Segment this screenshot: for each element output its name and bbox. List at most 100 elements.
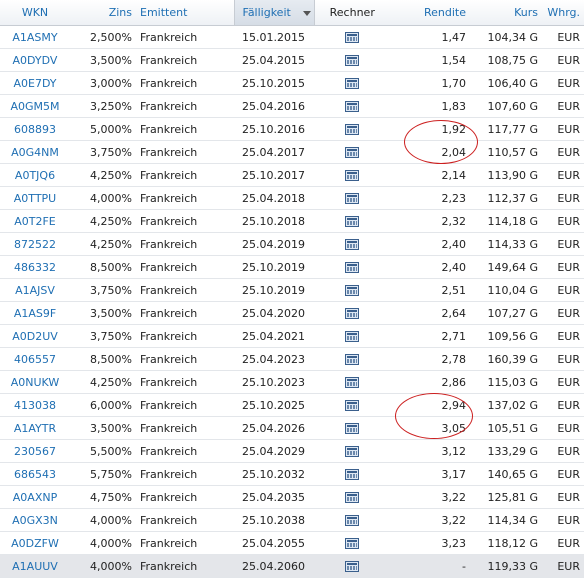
calculator-icon[interactable] <box>345 124 359 135</box>
calculator-icon[interactable] <box>345 262 359 273</box>
calculator-icon[interactable] <box>345 423 359 434</box>
cell-rechner[interactable] <box>314 255 390 279</box>
cell-rechner[interactable] <box>314 370 390 394</box>
table-row[interactable]: A0DYDV 3,500% Frankreich 25.04.2015 1,54 108,… <box>0 48 584 72</box>
table-row[interactable]: A0G4NM 3,750% Frankreich 25.04.2017 2,04 110,… <box>0 140 584 164</box>
cell-rechner[interactable] <box>314 163 390 187</box>
cell-wkn[interactable]: 230567 <box>0 439 70 463</box>
table-row[interactable]: A0D2UV 3,750% Frankreich 25.04.2021 2,71 109,… <box>0 324 584 348</box>
cell-wkn[interactable]: A0TJQ6 <box>0 163 70 187</box>
header-rendite[interactable]: Rendite <box>390 0 470 26</box>
calculator-icon[interactable] <box>345 78 359 89</box>
table-row[interactable]: A0NUKW 4,250% Frankreich 25.10.2023 2,86 115,… <box>0 370 584 394</box>
header-zins[interactable]: Zins <box>70 0 136 26</box>
calculator-icon[interactable] <box>345 561 359 572</box>
cell-wkn[interactable]: A0GM5M <box>0 94 70 118</box>
table-row[interactable]: A1AUUV 4,000% Frankreich 25.04.2060 -119,33 … <box>0 554 584 578</box>
table-row[interactable]: 686543 5,750% Frankreich 25.10.2032 3,17 140,… <box>0 462 584 486</box>
table-row[interactable]: 413038 6,000% Frankreich 25.10.2025 2,94 137,… <box>0 393 584 417</box>
cell-wkn[interactable]: A0DZFW <box>0 531 70 555</box>
cell-rechner[interactable] <box>314 25 390 49</box>
cell-rechner[interactable] <box>314 301 390 325</box>
calculator-icon[interactable] <box>345 377 359 388</box>
table-row[interactable]: 486332 8,500% Frankreich 25.10.2019 2,40 149,… <box>0 255 584 279</box>
calculator-icon[interactable] <box>345 32 359 43</box>
sort-descending-icon[interactable] <box>302 10 311 16</box>
calculator-icon[interactable] <box>345 170 359 181</box>
table-row[interactable]: A1AS9F 3,500% Frankreich 25.04.2020 2,64 107,… <box>0 301 584 325</box>
cell-rechner[interactable] <box>314 48 390 72</box>
calculator-icon[interactable] <box>345 492 359 503</box>
header-faelligkeit[interactable]: Fälligkeit <box>233 0 315 26</box>
calculator-icon[interactable] <box>345 55 359 66</box>
header-wkn[interactable]: WKN <box>0 0 70 26</box>
cell-wkn[interactable]: A1ASMY <box>0 25 70 49</box>
calculator-icon[interactable] <box>345 308 359 319</box>
calculator-icon[interactable] <box>345 515 359 526</box>
calculator-icon[interactable] <box>345 216 359 227</box>
cell-wkn[interactable]: 608893 <box>0 117 70 141</box>
calculator-icon[interactable] <box>345 285 359 296</box>
cell-wkn[interactable]: 872522 <box>0 232 70 256</box>
cell-wkn[interactable]: A0G4NM <box>0 140 70 164</box>
cell-rechner[interactable] <box>314 324 390 348</box>
cell-rechner[interactable] <box>314 508 390 532</box>
cell-wkn[interactable]: A0D2UV <box>0 324 70 348</box>
cell-rechner[interactable] <box>314 117 390 141</box>
table-row[interactable]: 230567 5,500% Frankreich 25.04.2029 3,12 133,… <box>0 439 584 463</box>
cell-wkn[interactable]: A1AYTR <box>0 416 70 440</box>
header-kurs[interactable]: Kurs <box>470 0 542 26</box>
table-row[interactable]: A0TJQ6 4,250% Frankreich 25.10.2017 2,14 113,… <box>0 163 584 187</box>
cell-rechner[interactable] <box>314 186 390 210</box>
cell-rechner[interactable] <box>314 462 390 486</box>
cell-wkn[interactable]: A0TTPU <box>0 186 70 210</box>
cell-wkn[interactable]: 486332 <box>0 255 70 279</box>
cell-wkn[interactable]: A1AJSV <box>0 278 70 302</box>
cell-wkn[interactable]: 413038 <box>0 393 70 417</box>
calculator-icon[interactable] <box>345 147 359 158</box>
table-row[interactable]: A0DZFW 4,000% Frankreich 25.04.2055 3,23 118,… <box>0 531 584 555</box>
calculator-icon[interactable] <box>345 239 359 250</box>
cell-wkn[interactable]: A0DYDV <box>0 48 70 72</box>
cell-rechner[interactable] <box>314 278 390 302</box>
header-whrg[interactable]: Whrg. <box>542 0 584 26</box>
cell-wkn[interactable]: A0E7DY <box>0 71 70 95</box>
calculator-icon[interactable] <box>345 193 359 204</box>
cell-rechner[interactable] <box>314 554 390 578</box>
cell-wkn[interactable]: A1AS9F <box>0 301 70 325</box>
cell-rechner[interactable] <box>314 71 390 95</box>
cell-rechner[interactable] <box>314 531 390 555</box>
table-row[interactable]: A0GM5M 3,250% Frankreich 25.04.2016 1,83 107,… <box>0 94 584 118</box>
cell-wkn[interactable]: 686543 <box>0 462 70 486</box>
table-row[interactable]: A1AJSV 3,750% Frankreich 25.10.2019 2,51 110,… <box>0 278 584 302</box>
cell-wkn[interactable]: A0GX3N <box>0 508 70 532</box>
calculator-icon[interactable] <box>345 400 359 411</box>
cell-rechner[interactable] <box>314 347 390 371</box>
table-row[interactable]: 608893 5,000% Frankreich 25.10.2016 1,92 117,… <box>0 117 584 141</box>
calculator-icon[interactable] <box>345 101 359 112</box>
cell-wkn[interactable]: A0T2FE <box>0 209 70 233</box>
cell-wkn[interactable]: A0NUKW <box>0 370 70 394</box>
table-row[interactable]: A0AXNP 4,750% Frankreich 25.04.2035 3,22 125,… <box>0 485 584 509</box>
table-row[interactable]: 872522 4,250% Frankreich 25.04.2019 2,40 114,… <box>0 232 584 256</box>
table-row[interactable]: A1ASMY 2,500% Frankreich 15.01.2015 1,47 104,… <box>0 25 584 49</box>
table-row[interactable]: 406557 8,500% Frankreich 25.04.2023 2,78 160,… <box>0 347 584 371</box>
cell-wkn[interactable]: A0AXNP <box>0 485 70 509</box>
cell-rechner[interactable] <box>314 416 390 440</box>
cell-rechner[interactable] <box>314 94 390 118</box>
cell-wkn[interactable]: 406557 <box>0 347 70 371</box>
cell-rechner[interactable] <box>314 439 390 463</box>
table-row[interactable]: A0GX3N 4,000% Frankreich 25.10.2038 3,22 114,… <box>0 508 584 532</box>
table-row[interactable]: A0TTPU 4,000% Frankreich 25.04.2018 2,23 112,… <box>0 186 584 210</box>
cell-wkn[interactable]: A1AUUV <box>0 554 70 578</box>
cell-rechner[interactable] <box>314 232 390 256</box>
cell-rechner[interactable] <box>314 393 390 417</box>
table-row[interactable]: A1AYTR 3,500% Frankreich 25.04.2026 3,05 105,… <box>0 416 584 440</box>
header-emittent[interactable]: Emittent <box>136 0 234 26</box>
cell-rechner[interactable] <box>314 140 390 164</box>
calculator-icon[interactable] <box>345 446 359 457</box>
cell-rechner[interactable] <box>314 485 390 509</box>
calculator-icon[interactable] <box>345 469 359 480</box>
calculator-icon[interactable] <box>345 354 359 365</box>
calculator-icon[interactable] <box>345 538 359 549</box>
